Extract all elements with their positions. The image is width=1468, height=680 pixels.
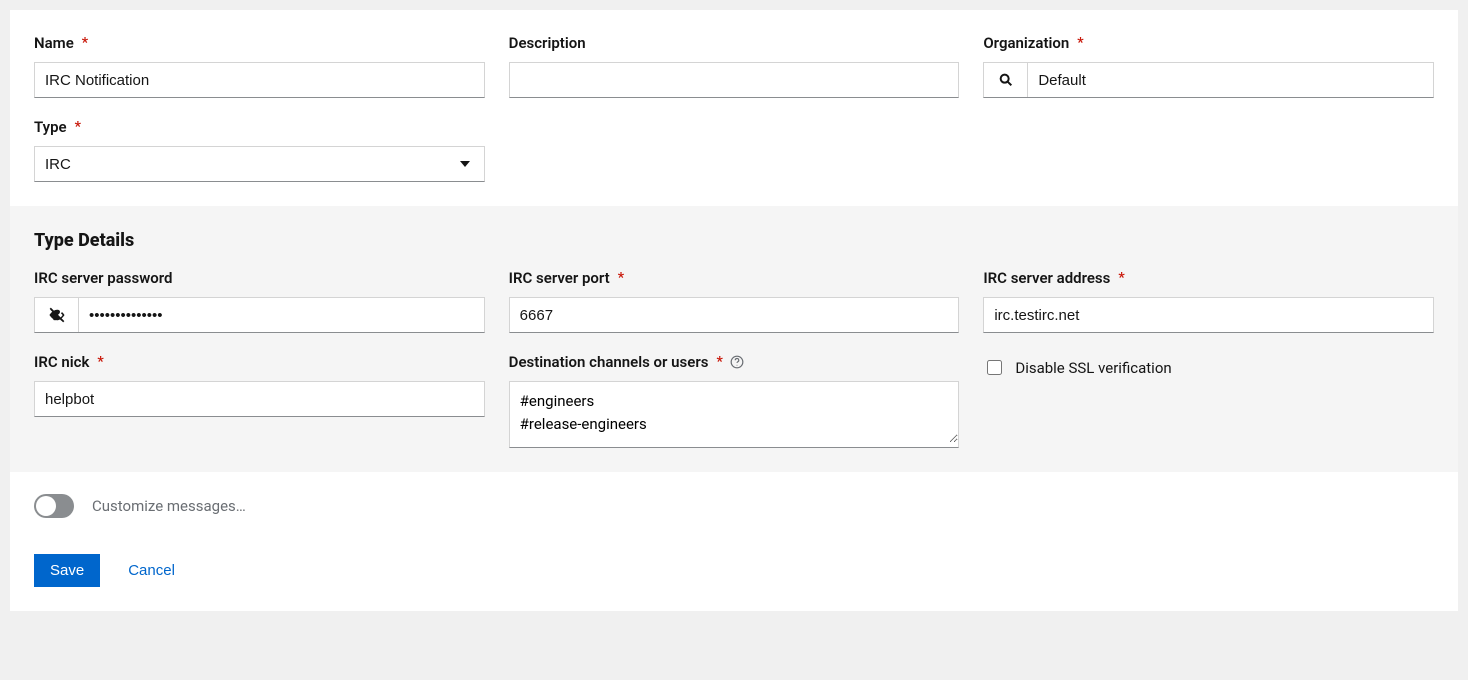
search-icon xyxy=(998,72,1014,88)
help-icon[interactable] xyxy=(729,354,745,370)
label-irc-port: IRC server port * xyxy=(509,269,960,287)
field-description: Description xyxy=(509,34,960,98)
save-button[interactable]: Save xyxy=(34,554,100,587)
customize-row: Customize messages… xyxy=(10,472,1458,526)
required-indicator: * xyxy=(716,354,722,370)
label-irc-password: IRC server password xyxy=(34,269,485,287)
label-name-text: Name xyxy=(34,34,74,52)
label-irc-nick-text: IRC nick xyxy=(34,353,89,371)
toggle-knob xyxy=(36,496,56,516)
label-name: Name * xyxy=(34,34,485,52)
required-indicator: * xyxy=(97,354,103,370)
customize-toggle[interactable] xyxy=(34,494,74,518)
field-type: Type * xyxy=(34,118,485,182)
field-name: Name * xyxy=(34,34,485,98)
dest-channels-textarea[interactable] xyxy=(510,382,959,443)
required-indicator: * xyxy=(618,270,624,286)
field-irc-port: IRC server port * xyxy=(509,269,960,333)
required-indicator: * xyxy=(82,35,88,51)
field-dest-channels: Destination channels or users * xyxy=(509,353,960,448)
toggle-password-visibility[interactable] xyxy=(35,298,79,332)
customize-label: Customize messages… xyxy=(92,497,246,515)
irc-nick-input[interactable] xyxy=(35,382,484,416)
irc-address-input[interactable] xyxy=(984,298,1433,332)
label-description: Description xyxy=(509,34,960,52)
type-details-heading: Type Details xyxy=(34,230,1434,251)
label-irc-address-text: IRC server address xyxy=(983,269,1110,287)
field-irc-address: IRC server address * xyxy=(983,269,1434,333)
label-description-text: Description xyxy=(509,34,586,52)
label-dest-channels: Destination channels or users * xyxy=(509,353,960,371)
label-irc-password-text: IRC server password xyxy=(34,269,173,287)
disable-ssl-checkbox[interactable] xyxy=(987,360,1002,375)
field-disable-ssl: Disable SSL verification xyxy=(983,353,1434,448)
form-actions: Save Cancel xyxy=(10,526,1458,611)
label-dest-channels-text: Destination channels or users xyxy=(509,353,709,371)
section-general: Name * Description Organization xyxy=(10,10,1458,206)
label-type-text: Type xyxy=(34,118,67,136)
irc-password-input[interactable] xyxy=(79,298,484,332)
required-indicator: * xyxy=(1118,270,1124,286)
required-indicator: * xyxy=(75,119,81,135)
disable-ssl-label: Disable SSL verification xyxy=(1015,359,1171,377)
label-organization-text: Organization xyxy=(983,34,1069,52)
field-organization: Organization * xyxy=(983,34,1434,98)
caret-down-icon xyxy=(460,161,470,167)
eye-off-icon xyxy=(48,306,66,324)
label-irc-nick: IRC nick * xyxy=(34,353,485,371)
label-type: Type * xyxy=(34,118,485,136)
type-select[interactable] xyxy=(34,146,485,182)
name-input[interactable] xyxy=(35,63,484,97)
field-irc-password: IRC server password xyxy=(34,269,485,333)
organization-input[interactable] xyxy=(1028,63,1433,97)
description-input[interactable] xyxy=(510,63,959,97)
irc-port-input[interactable] xyxy=(510,298,959,332)
type-select-value xyxy=(35,147,446,181)
label-irc-port-text: IRC server port xyxy=(509,269,610,287)
organization-search-button[interactable] xyxy=(984,63,1028,97)
label-organization: Organization * xyxy=(983,34,1434,52)
required-indicator: * xyxy=(1077,35,1083,51)
form-card: Name * Description Organization xyxy=(10,10,1458,611)
field-irc-nick: IRC nick * xyxy=(34,353,485,448)
cancel-button[interactable]: Cancel xyxy=(128,562,175,579)
label-irc-address: IRC server address * xyxy=(983,269,1434,287)
section-type-details: Type Details IRC server password xyxy=(10,206,1458,472)
